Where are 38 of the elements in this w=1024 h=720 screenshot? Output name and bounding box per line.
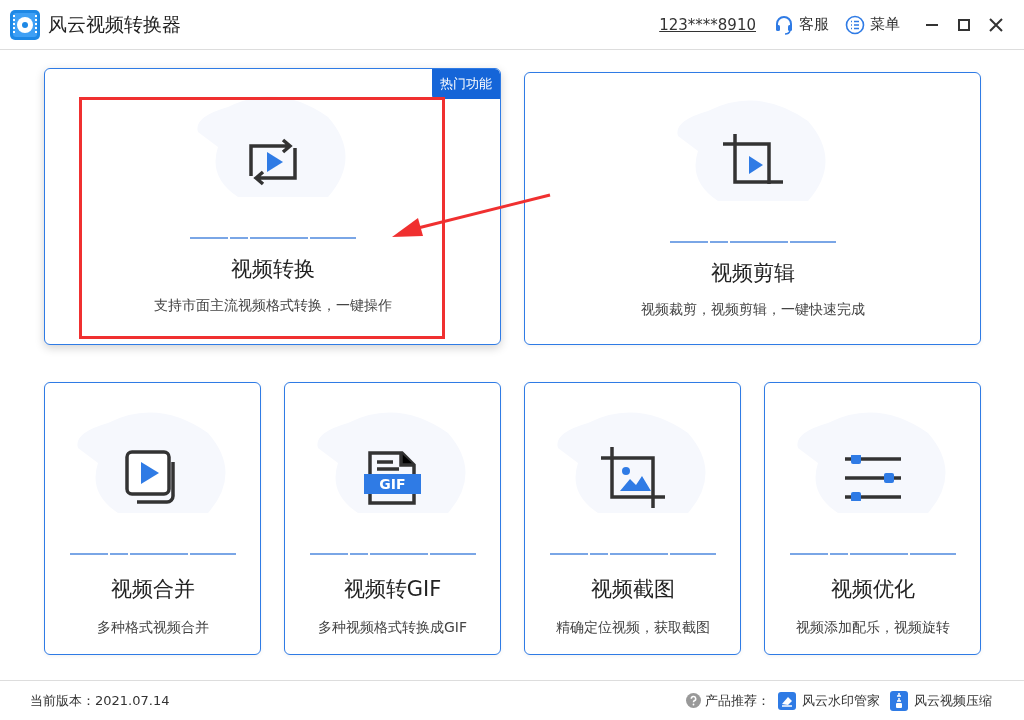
feature-card[interactable]: 视频合并 多种格式视频合并 — [44, 382, 261, 655]
sliders-icon — [843, 455, 902, 501]
feature-card[interactable]: 视频优化 视频添加配乐，视频旋转 — [764, 382, 981, 655]
feature-card[interactable]: 视频剪辑 视频裁剪，视频剪辑，一键快速完成 — [524, 72, 981, 345]
maximize-icon — [957, 17, 971, 32]
service-button[interactable]: 客服 — [774, 14, 829, 35]
menu-icon — [845, 14, 865, 35]
headset-icon — [774, 14, 794, 35]
card-title: 视频转换 — [230, 256, 315, 283]
card-description: 多种格式视频合并 — [96, 619, 209, 637]
feature-card[interactable]: 热门功能 视频转换 支持市面主流视频格式转换，一键操作 — [44, 68, 501, 345]
feature-card[interactable]: GIF 视频转GIF 多种视频格式转换成GIF — [284, 382, 501, 655]
card-title: 视频截图 — [590, 576, 675, 603]
card-title: 视频剪辑 — [710, 260, 795, 287]
zip-app-icon — [890, 690, 908, 711]
eraser-app-icon — [778, 691, 796, 710]
help-icon[interactable] — [686, 693, 701, 708]
card-title: 视频优化 — [830, 576, 915, 603]
account-link[interactable]: 123****8910 — [659, 15, 756, 34]
close-icon — [989, 17, 1003, 32]
card-description: 精确定位视频，获取截图 — [555, 619, 710, 637]
feature-card[interactable]: 视频截图 精确定位视频，获取截图 — [524, 382, 741, 655]
crop-image-icon — [599, 447, 666, 509]
card-description: 视频添加配乐，视频旋转 — [795, 619, 950, 637]
menu-button[interactable]: 菜单 — [845, 14, 900, 35]
app-logo-icon — [10, 9, 40, 40]
card-description: 多种视频格式转换成GIF — [318, 619, 467, 637]
card-description: 视频裁剪，视频剪辑，一键快速完成 — [640, 301, 865, 319]
product-link[interactable]: 风云视频压缩 — [890, 690, 992, 711]
minimize-icon — [925, 23, 939, 26]
recommend-label: 产品推荐： — [705, 691, 770, 710]
card-title: 视频合并 — [110, 576, 195, 603]
version-text: 当前版本：2021.07.14 — [30, 691, 171, 710]
window-title: 风云视频转换器 — [48, 11, 182, 37]
card-title: 视频转GIF — [343, 576, 442, 603]
product-link[interactable]: 风云水印管家 — [778, 691, 880, 710]
card-description: 支持市面主流视频格式转换，一键操作 — [153, 297, 392, 315]
hot-badge: 热门功能 — [432, 69, 500, 99]
